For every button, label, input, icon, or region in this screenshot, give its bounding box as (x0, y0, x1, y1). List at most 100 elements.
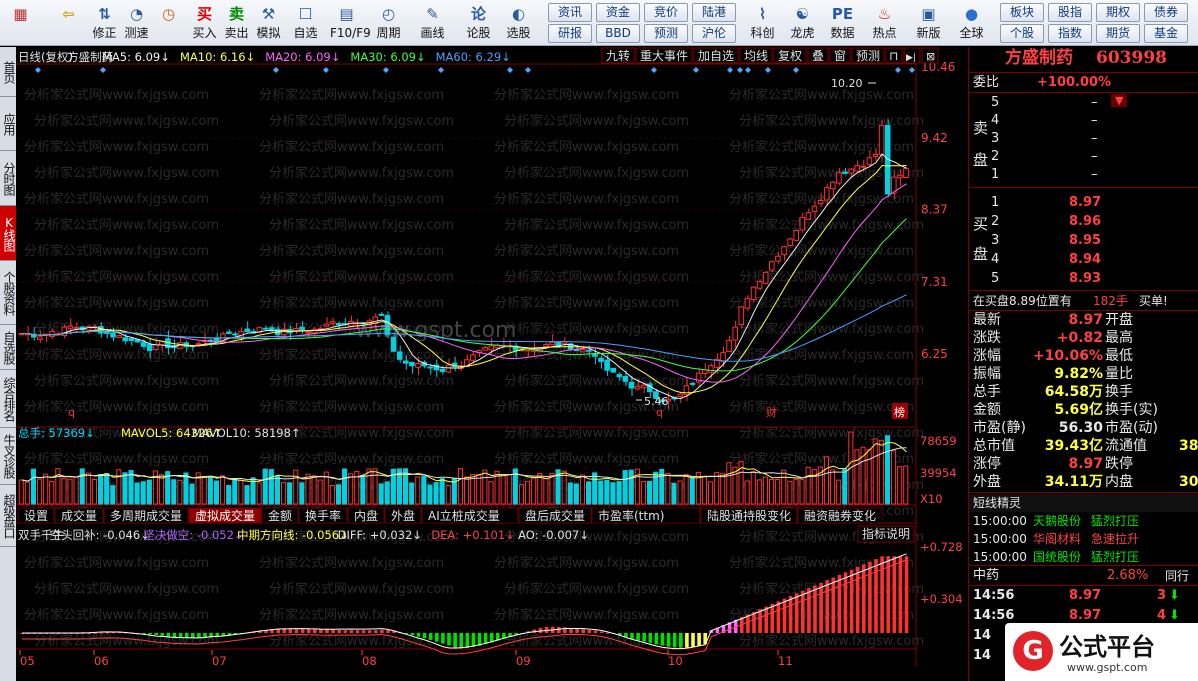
quote-text: 内盘 (1105, 474, 1133, 490)
toolbar-small-button[interactable]: 债券 (1144, 3, 1188, 22)
chart-top-button-label[interactable]: 复权 (778, 49, 802, 63)
toolbar-button-周期[interactable]: ◴ 周期 (372, 1, 405, 45)
toolbar-button-热点[interactable]: ♨ 热点 (868, 1, 901, 45)
indicator-tab-label[interactable]: 多周期成交量 (110, 508, 182, 523)
side-tab-2[interactable]: 分时图 (0, 151, 16, 206)
quote-text: 急速拉升 (1091, 532, 1140, 546)
toolbar-button-龙虎[interactable]: ☯ 龙虎 (786, 1, 819, 45)
candle-body (329, 321, 336, 324)
volume-bar (708, 481, 714, 505)
chart-legend-item: MA30: 6.09↓ (350, 50, 425, 64)
volume-bar (171, 479, 177, 505)
chart-top-button-label[interactable]: 叠 (812, 49, 824, 63)
indicator-help-label[interactable]: 指标说明 (862, 526, 910, 541)
macd-bar (636, 633, 640, 641)
toolbar-button-买入[interactable]: 买买入 (188, 1, 221, 45)
quote-text: 14 (973, 648, 992, 663)
indicator-tab-label[interactable]: 虚拟成交量 (195, 508, 255, 523)
watermark-text: 分析家公式网www.fxjgsw.com (259, 347, 444, 363)
chart-top-button-label[interactable]: 重大事件 (640, 49, 688, 63)
chart-top-button-label[interactable]: 窗 (834, 49, 846, 63)
event-mark-1[interactable]: q (656, 406, 663, 419)
toolbar-button-选股[interactable]: ◐ 选股 (502, 1, 535, 45)
indicator-tab-label[interactable]: AI立桩成交量 (428, 508, 500, 523)
macd-bar (99, 632, 104, 634)
toolbar-small-button[interactable]: 研报 (548, 24, 592, 43)
dragon-tiger-icon: ☯ (795, 5, 810, 23)
indicator-tab-label[interactable]: 盘后成交量 (525, 508, 585, 523)
toolbar-small-button[interactable]: 资讯 (548, 3, 592, 22)
chart-top-button-label[interactable]: 预测 (856, 49, 880, 63)
toolbar-small-button[interactable]: 资金 (596, 3, 640, 22)
indicator-tab-label[interactable]: 市盈率(ttm) (598, 508, 664, 523)
candle-body (817, 200, 824, 205)
side-tab-7[interactable]: 牛叉诊股 (0, 428, 16, 485)
watermark-text: 分析家公式网www.fxjgsw.com (494, 555, 679, 571)
toolbar-button-app-logo[interactable]: ▦ (4, 1, 37, 45)
indicator-tab-label[interactable]: 金额 (268, 508, 292, 523)
volume-bar (720, 473, 726, 505)
volume-bar (647, 481, 653, 505)
toolbar-small-button[interactable]: 预测 (644, 24, 688, 43)
indicator-tab-label[interactable]: 融资融券变化 (804, 508, 876, 523)
side-tab-1[interactable]: 应用 (0, 97, 16, 151)
toolbar-button-back-arrow[interactable]: ⇦ (52, 1, 85, 45)
candle-body (299, 326, 305, 331)
indicator-label: AO: -0.007↓ (518, 528, 589, 542)
indicator-tab-label[interactable]: 换手率 (305, 508, 341, 523)
toolbar-small-button[interactable]: 个股 (1000, 24, 1044, 43)
side-tab-bar: 首页 应用 分时图 K线图 个股资料 自选股 综合排名 牛叉诊股 超级盘口 (0, 47, 16, 681)
side-tab-4[interactable]: 个股资料 (0, 261, 16, 325)
chart-top-button-label[interactable]: 加自选 (698, 49, 734, 63)
toolbar-button-画线[interactable]: ✎ 画线 (416, 1, 449, 45)
toolbar-small-button[interactable]: 股指 (1048, 3, 1092, 22)
toolbar-button-模拟[interactable]: ⚒ 模拟 (252, 1, 285, 45)
quote-text: 30 (1179, 474, 1198, 490)
toolbar-small-button[interactable]: 期权 (1096, 3, 1140, 22)
sprite-title: 短线精灵 (969, 494, 1198, 512)
volume-bar (18, 479, 24, 505)
kline-chart-area: 分析家公式网www.fxjgsw.com 分析家公式网www.fxjgsw.com… (16, 47, 968, 681)
macd-bar (428, 633, 433, 640)
toolbar-button-卖出[interactable]: 卖卖出 (220, 1, 253, 45)
event-mark-3[interactable]: 榜 (894, 405, 905, 419)
toolbar-button-修正[interactable]: ⇅ 修正 (88, 1, 121, 45)
toolbar-button-clock[interactable]: ◷ (152, 1, 185, 45)
toolbar-small-button[interactable]: 板块 (1000, 3, 1044, 22)
toolbar-small-button[interactable]: 指数 (1048, 24, 1092, 43)
indicator-tab-label[interactable]: 内盘 (354, 508, 378, 523)
side-tab-3[interactable]: K线图 (0, 206, 16, 261)
toolbar-button-F10/F9[interactable]: ▤ F10/F9 (330, 1, 371, 45)
chart-top-button-label[interactable]: 均线 (744, 49, 768, 63)
indicator-tab-label[interactable]: 设置 (24, 509, 48, 523)
toolbar-small-button[interactable]: 竞价 (644, 3, 688, 22)
toolbar-button-科创[interactable]: ⌇ 科创 (746, 1, 779, 45)
toolbar-button-数据[interactable]: PE 数据 (826, 1, 859, 45)
volume-bar (445, 485, 451, 505)
side-tab-5[interactable]: 自选股 (0, 325, 16, 370)
toolbar-small-button[interactable]: 沪伦 (692, 24, 736, 43)
indicator-tab-label[interactable]: 成交量 (61, 508, 97, 523)
macd-bar (166, 633, 171, 637)
toolbar-button-论股[interactable]: 论论股 (462, 1, 495, 45)
candle-body (586, 349, 592, 352)
toolbar-small-button[interactable]: 陆港 (692, 3, 736, 22)
toolbar-small-button[interactable]: 期货 (1096, 24, 1140, 43)
side-tab-0[interactable]: 首页 (0, 47, 16, 97)
toolbar-button-自选[interactable]: ☐ 自选 (289, 1, 322, 45)
indicator-tab-label[interactable]: 陆股通持股变化 (707, 508, 791, 523)
indicator-tab-label[interactable]: 外盘 (391, 508, 415, 523)
watermark-text: 分析家公式网www.fxjgsw.com (494, 295, 679, 311)
toolbar-small-button[interactable]: BBD (596, 24, 640, 43)
side-tab-6[interactable]: 综合排名 (0, 370, 16, 428)
toolbar-button-测速[interactable]: ◔ 测速 (120, 1, 153, 45)
event-mark-2[interactable]: 财 (766, 405, 777, 419)
event-mark-0[interactable]: q (68, 406, 75, 419)
quote-text: 1 (991, 167, 1000, 182)
toolbar-button-新版[interactable]: ▣ 新版 (912, 1, 945, 45)
toolbar-button-全球[interactable]: ● 全球 (955, 1, 988, 45)
macd-bar (337, 629, 341, 633)
side-tab-8[interactable]: 超级盘口 (0, 485, 16, 547)
toolbar-small-button[interactable]: 基金 (1144, 24, 1188, 43)
chart-top-button-label[interactable]: 九转 (606, 48, 630, 63)
